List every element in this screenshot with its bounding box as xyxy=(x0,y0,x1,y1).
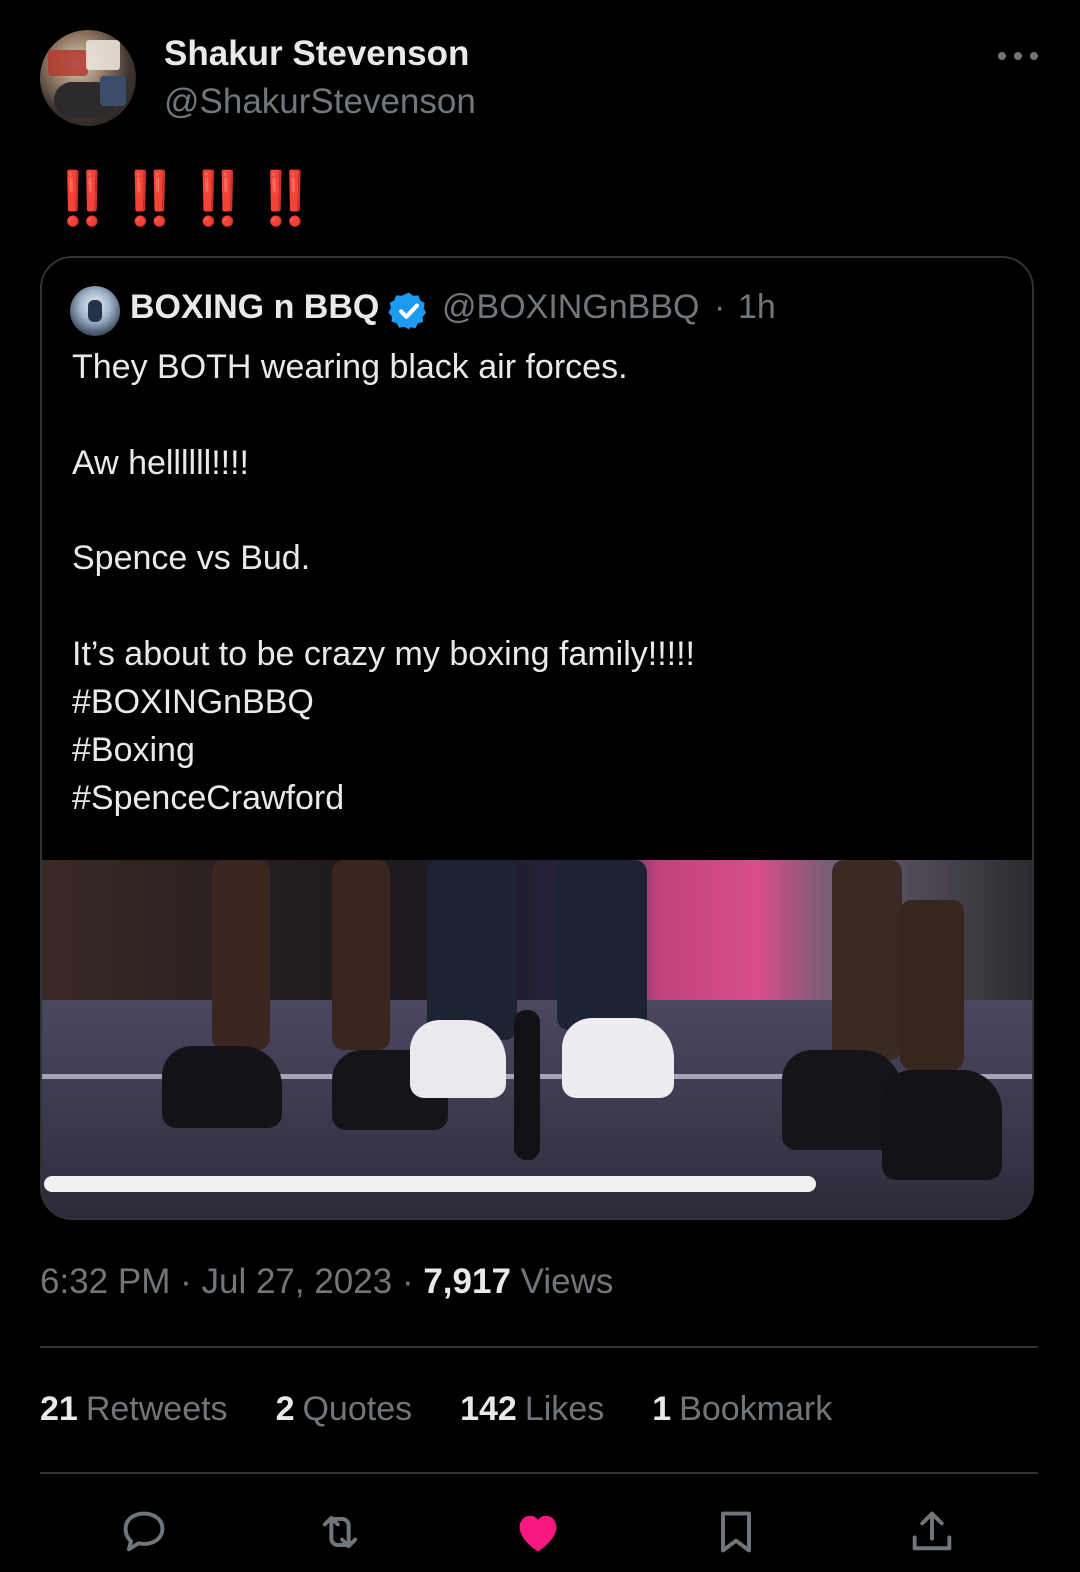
quoted-text-line: It’s about to be crazy my boxing family!… xyxy=(72,635,695,673)
verified-badge-icon xyxy=(388,292,427,330)
reply-icon[interactable] xyxy=(118,1506,170,1558)
quoted-author-handle[interactable]: @BOXINGnBBQ xyxy=(442,288,699,327)
tweet-text: ‼️‼️‼️‼️ xyxy=(50,170,321,228)
quoted-separator: · xyxy=(714,288,726,326)
quotes-label: Quotes xyxy=(302,1390,413,1428)
quoted-author-avatar[interactable] xyxy=(70,286,120,336)
share-icon[interactable] xyxy=(906,1506,958,1558)
author-avatar[interactable] xyxy=(40,30,136,126)
quoted-text-line: They BOTH wearing black air forces. xyxy=(72,348,628,386)
quoted-video[interactable] xyxy=(42,860,1032,1218)
tweet-date[interactable]: Jul 27, 2023 xyxy=(201,1262,392,1301)
likes-count: 142 xyxy=(460,1390,517,1428)
quotes-stat[interactable]: 2 Quotes xyxy=(276,1390,413,1429)
likes-stat[interactable]: 142 Likes xyxy=(460,1390,604,1429)
tweet-time: 6:32 PM xyxy=(40,1262,171,1301)
bookmarks-label: Bookmark xyxy=(679,1390,833,1428)
hashtag-link[interactable]: #Boxing xyxy=(72,731,195,770)
quoted-text-line: Aw hellllll!!!! xyxy=(72,444,249,482)
video-progress-bar[interactable] xyxy=(44,1176,816,1192)
meta-separator: · xyxy=(180,1262,192,1301)
engagement-stats: 21 Retweets 2 Quotes 142 Likes 1 Bookmark xyxy=(40,1390,832,1429)
quoted-tweet-card[interactable]: BOXING n BBQ @BOXINGnBBQ · 1h They BOTH … xyxy=(40,256,1034,1220)
views-count: 7,917 xyxy=(423,1262,511,1301)
hashtag-link[interactable]: #SpenceCrawford xyxy=(72,779,344,818)
bookmark-icon[interactable] xyxy=(710,1506,762,1558)
retweets-stat[interactable]: 21 Retweets xyxy=(40,1390,228,1429)
divider xyxy=(40,1346,1038,1348)
divider xyxy=(40,1472,1038,1474)
views-label: Views xyxy=(520,1262,614,1301)
meta-separator: · xyxy=(401,1262,414,1301)
like-icon[interactable] xyxy=(512,1506,564,1558)
tweet-detail: Shakur Stevenson @ShakurStevenson ‼️‼️‼️… xyxy=(0,0,1080,1572)
author-handle[interactable]: @ShakurStevenson xyxy=(164,82,476,122)
hashtag-link[interactable]: #BOXINGnBBQ xyxy=(72,683,314,722)
likes-label: Likes xyxy=(524,1390,605,1428)
quoted-timestamp: 1h xyxy=(738,288,776,326)
retweet-icon[interactable] xyxy=(314,1506,366,1558)
bookmarks-count: 1 xyxy=(652,1390,672,1428)
quotes-count: 2 xyxy=(275,1390,295,1428)
quoted-author-name[interactable]: BOXING n BBQ xyxy=(130,288,379,327)
author-name[interactable]: Shakur Stevenson xyxy=(164,34,469,74)
more-options-icon[interactable] xyxy=(998,44,1038,68)
action-bar xyxy=(0,1500,1080,1560)
tweet-meta: 6:32 PM · Jul 27, 2023 · 7,917 Views xyxy=(40,1262,613,1302)
retweets-count: 21 xyxy=(40,1390,78,1428)
bookmarks-stat[interactable]: 1 Bookmark xyxy=(652,1390,832,1429)
retweets-label: Retweets xyxy=(85,1390,228,1428)
quoted-text-line: Spence vs Bud. xyxy=(72,539,311,577)
